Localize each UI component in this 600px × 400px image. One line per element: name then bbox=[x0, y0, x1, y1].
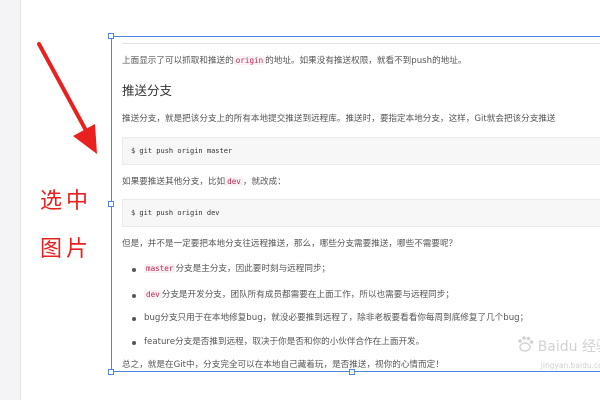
list-item: feature分支是否推到远程，取决于你是否和你的小伙伴合作在上面开发。 bbox=[144, 337, 425, 347]
document-screenshot: 上面显示了可以抓取和推送的 origin 的地址。如果没有推送权限，就看不到push… bbox=[112, 37, 600, 371]
list-item: bug分支只用于在本地修复bug，就没必要推到远程了，除非老板要看看你每周到底修… bbox=[144, 313, 529, 323]
bullet-dot bbox=[132, 294, 136, 298]
intro-paragraph: 上面显示了可以抓取和推送的 origin 的地址。如果没有推送权限，就看不到push… bbox=[122, 56, 467, 66]
paragraph-push-branch: 推送分支，就是把该分支上的所有本地提交推送到远程库。推送时，要指定本地分支，这样… bbox=[122, 114, 556, 124]
resize-handle-top-left[interactable] bbox=[108, 33, 114, 39]
baidu-paw-logo bbox=[518, 336, 534, 352]
inline-code-origin: origin bbox=[233, 56, 266, 65]
divider bbox=[122, 43, 600, 44]
list-item: dev 分支是开发分支，团队所有成员都需要在上面工作，所以也需要与远程同步； bbox=[144, 290, 454, 300]
bullet-dot bbox=[132, 268, 136, 272]
resize-handle-bottom-middle[interactable] bbox=[349, 369, 355, 375]
bullet-dot bbox=[132, 341, 136, 345]
section-heading: 推送分支 bbox=[122, 83, 173, 98]
red-arrow-annotation bbox=[37, 42, 97, 154]
selected-image-frame[interactable]: 上面显示了可以抓取和推送的 origin 的地址。如果没有推送权限，就看不到push… bbox=[111, 36, 600, 372]
paragraph-which-branches: 但是，并不是一定要把本地分支往远程推送，那么，哪些分支需要推送，哪些不需要呢？ bbox=[122, 239, 458, 249]
resize-handle-bottom-left[interactable] bbox=[108, 369, 114, 375]
left-sidebar-strip bbox=[0, 0, 21, 400]
paragraph-other-branch: 如果要推送其他分支，比如 dev ，就改成： bbox=[122, 177, 286, 187]
summary-paragraph: 总之，就是在Git中，分支完全可以在本地自己藏着玩，是否推送，视你的心情而定！ bbox=[122, 360, 444, 370]
baidu-watermark: Baidu 经验 jingyan.baidu.com bbox=[538, 340, 600, 370]
code-block-push-master: $ git push origin master bbox=[122, 137, 600, 165]
list-item: master 分支是主分支，因此要时刻与远程同步； bbox=[144, 264, 331, 274]
resize-handle-middle-left[interactable] bbox=[108, 201, 114, 207]
annotation-text-image: 图片 bbox=[40, 237, 93, 262]
annotation-text-select: 选中 bbox=[40, 189, 93, 214]
code-block-push-dev: $ git push origin dev bbox=[122, 199, 600, 227]
watermark-url: jingyan.baidu.com bbox=[540, 361, 600, 370]
bullet-dot bbox=[132, 317, 136, 321]
inline-code-dev: dev bbox=[225, 177, 243, 186]
